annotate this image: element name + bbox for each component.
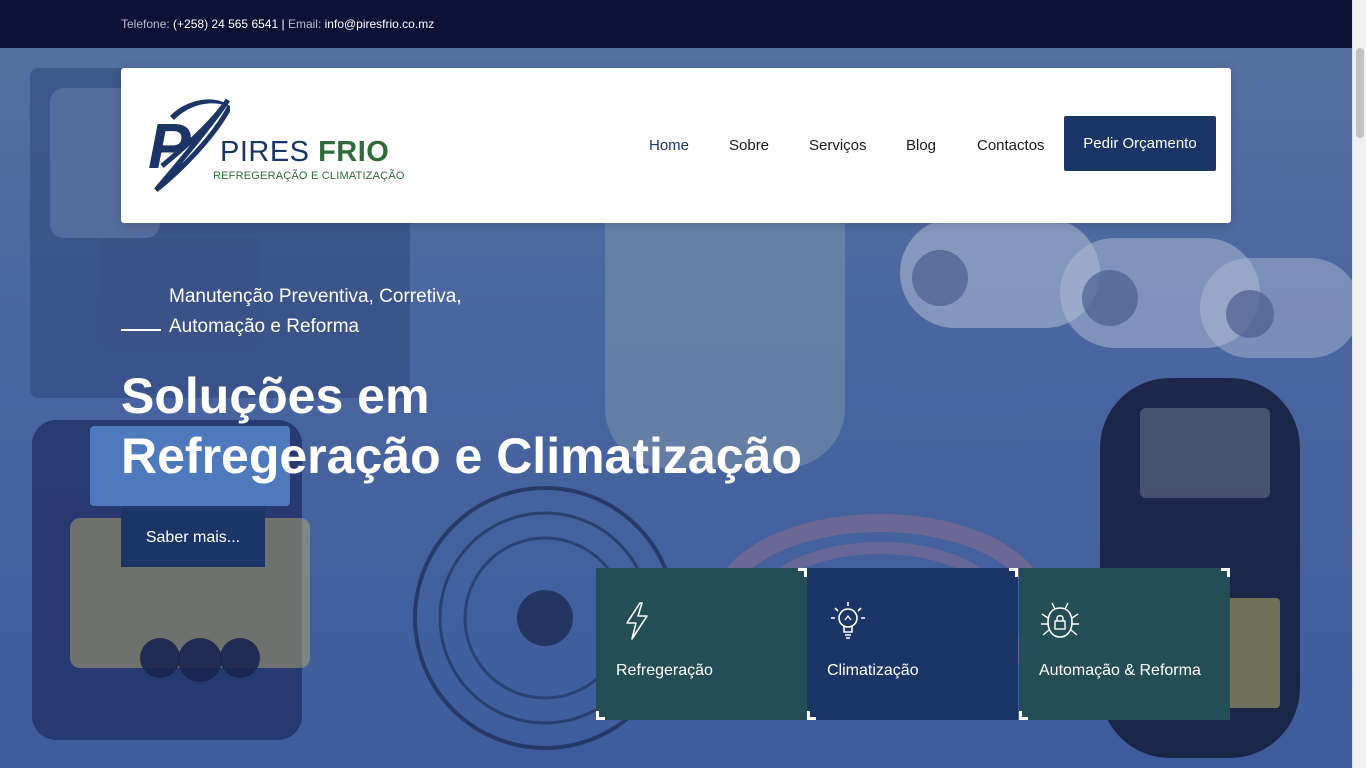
logo-word-frio: FRIO bbox=[318, 136, 390, 168]
service-label: Refregeração bbox=[616, 662, 713, 679]
card-corner bbox=[798, 568, 807, 577]
contact-info: Telefone: (+258) 24 565 6541 | Email: in… bbox=[121, 17, 434, 31]
lightning-icon bbox=[626, 602, 648, 640]
request-quote-button[interactable]: Pedir Orçamento bbox=[1064, 116, 1216, 171]
lightbulb-icon bbox=[831, 602, 865, 639]
logo-word-pires: PIRES bbox=[220, 136, 310, 168]
logo-tagline: REFREGERAÇÃO E CLIMATIZAÇÃO bbox=[213, 170, 405, 182]
hero-title-line1: Soluções em bbox=[121, 368, 430, 424]
contact-separator: | bbox=[281, 17, 285, 31]
site-logo[interactable]: P PIRES FRIO REFREGERAÇÃO E CLIMATIZAÇÃO bbox=[140, 96, 404, 196]
nav-item-servicos[interactable]: Serviços bbox=[809, 137, 867, 154]
site-header: P PIRES FRIO REFREGERAÇÃO E CLIMATIZAÇÃO… bbox=[121, 68, 1231, 223]
nav-item-sobre[interactable]: Sobre bbox=[729, 137, 769, 154]
service-card-automacao-reforma[interactable]: Automação & Reforma bbox=[1019, 568, 1230, 720]
service-card-climatizacao[interactable]: Climatização bbox=[807, 568, 1018, 720]
card-corner bbox=[1009, 568, 1018, 577]
page-scrollbar[interactable] bbox=[1352, 0, 1366, 768]
card-corner bbox=[1019, 711, 1028, 720]
service-label: Automação & Reforma bbox=[1039, 662, 1201, 679]
security-bug-lock-icon bbox=[1041, 602, 1079, 638]
nav-item-blog[interactable]: Blog bbox=[906, 137, 936, 154]
nav-item-home[interactable]: Home bbox=[649, 137, 689, 154]
phone-value[interactable]: (+258) 24 565 6541 bbox=[173, 17, 278, 31]
email-value[interactable]: info@piresfrio.co.mz bbox=[325, 17, 435, 31]
phone-label: Telefone: bbox=[121, 17, 170, 31]
scrollbar-thumb[interactable] bbox=[1356, 48, 1364, 138]
svg-text:P: P bbox=[148, 110, 191, 182]
email-label: Email: bbox=[287, 17, 322, 31]
card-corner bbox=[1221, 568, 1230, 577]
hero-title-line2: Refregeração e Climatização bbox=[121, 428, 802, 484]
card-corner bbox=[807, 711, 816, 720]
learn-more-button[interactable]: Saber mais... bbox=[121, 508, 265, 567]
hero-eyebrow: Manutenção Preventiva, Corretiva, Automa… bbox=[169, 286, 462, 337]
logo-wordmark: PIRES FRIO bbox=[220, 136, 389, 169]
card-corner bbox=[596, 711, 605, 720]
top-contact-bar: Telefone: (+258) 24 565 6541 | Email: in… bbox=[0, 0, 1366, 48]
hero-title: Soluções em Refregeração e Climatização bbox=[121, 366, 881, 486]
service-card-refregeracao[interactable]: Refregeração bbox=[596, 568, 807, 720]
service-label: Climatização bbox=[827, 662, 919, 679]
nav-item-contactos[interactable]: Contactos bbox=[977, 137, 1045, 154]
eyebrow-divider bbox=[121, 329, 161, 331]
